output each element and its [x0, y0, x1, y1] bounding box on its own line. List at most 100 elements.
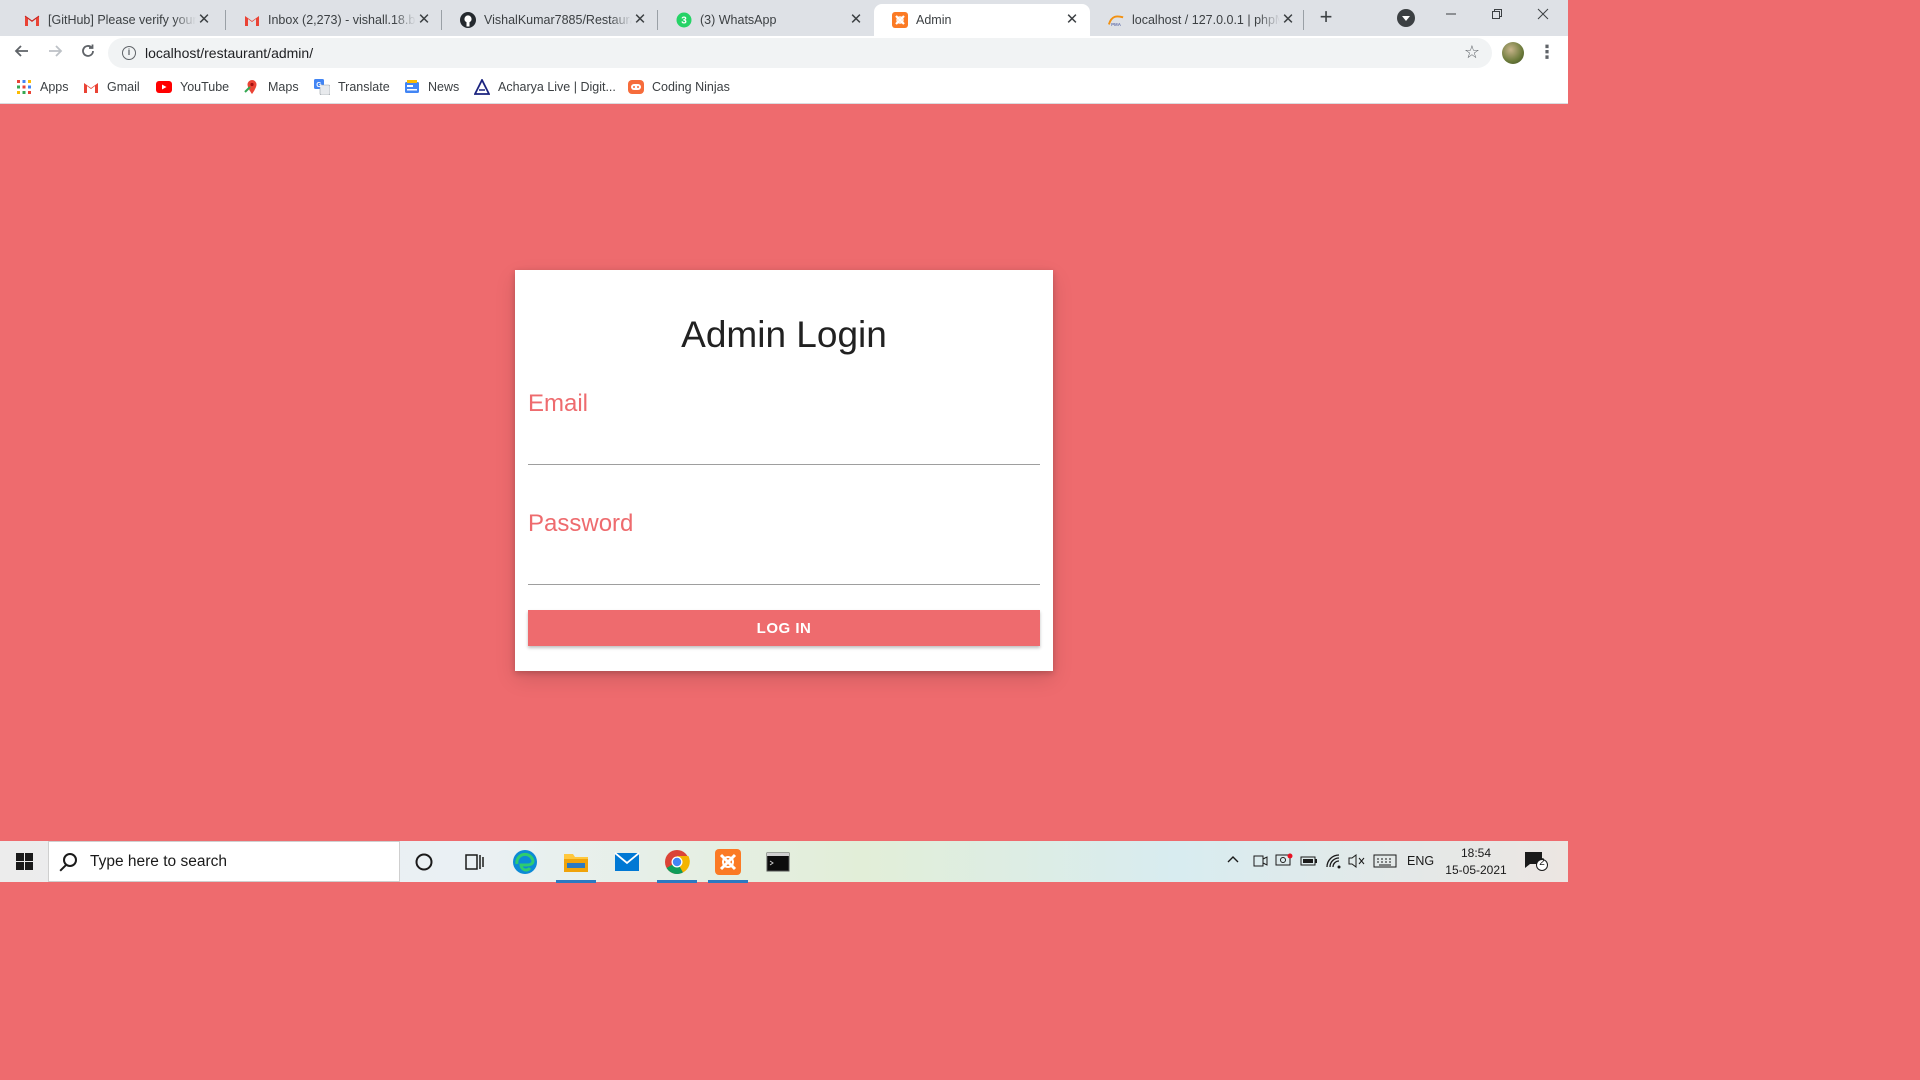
svg-text:G: G: [316, 82, 322, 89]
meet-now-icon[interactable]: [1252, 853, 1268, 872]
password-label: Password: [528, 510, 634, 537]
terminal-icon: [766, 852, 790, 872]
tab-admin[interactable]: Admin ✕: [874, 4, 1090, 36]
volume-muted-icon[interactable]: [1348, 853, 1366, 872]
reload-icon: [82, 44, 94, 57]
tab-search-button[interactable]: [1397, 9, 1415, 27]
taskbar-xampp[interactable]: [708, 845, 748, 883]
taskbar-mail[interactable]: [607, 845, 647, 879]
task-view-button[interactable]: [454, 845, 494, 879]
svg-text:3: 3: [681, 16, 687, 27]
page-title: Admin Login: [681, 314, 887, 355]
site-info-icon[interactable]: i: [122, 46, 136, 60]
bookmark-label: Maps: [268, 80, 299, 94]
bookmark-news[interactable]: News: [404, 77, 459, 97]
bookmark-label: Translate: [338, 80, 390, 94]
tab-github-verify[interactable]: [GitHub] Please verify your device ✕: [6, 4, 222, 36]
clock-time: 18:54: [1460, 846, 1492, 860]
notification-center-button[interactable]: 2: [1524, 851, 1548, 871]
gmail-icon: [24, 12, 40, 28]
keyboard-icon[interactable]: [1373, 853, 1397, 872]
tab-close-icon[interactable]: ✕: [632, 12, 648, 28]
windows-taskbar: Type here to search ENG 18:54 15-05-2021…: [0, 841, 1568, 883]
bookmark-maps[interactable]: Maps: [244, 77, 299, 97]
email-field[interactable]: [528, 433, 1040, 465]
tab-title: localhost / 127.0.0.1 | phpMyAdmin: [1132, 13, 1280, 27]
forward-arrow-icon: [49, 45, 63, 57]
input-language[interactable]: ENG: [1407, 854, 1434, 868]
show-hidden-icons-button[interactable]: [1226, 853, 1240, 870]
cortana-button[interactable]: [404, 845, 444, 879]
taskbar-terminal[interactable]: [758, 845, 798, 879]
tab-close-icon[interactable]: ✕: [416, 12, 432, 28]
close-icon: [1537, 8, 1549, 20]
login-button[interactable]: LOG IN: [528, 610, 1040, 646]
close-window-button[interactable]: [1520, 0, 1566, 32]
folder-icon: [564, 854, 588, 872]
display-sync-icon[interactable]: [1275, 853, 1293, 872]
taskbar-clock[interactable]: 18:54 15-05-2021: [1440, 845, 1512, 879]
tab-phpmyadmin[interactable]: PMA localhost / 127.0.0.1 | phpMyAdmin ✕: [1090, 4, 1306, 36]
battery-icon[interactable]: [1300, 853, 1318, 872]
task-view-icon: [465, 854, 484, 870]
browser-toolbar: i localhost/restaurant/admin/ ☆: [0, 36, 1568, 70]
wifi-icon[interactable]: [1325, 853, 1343, 872]
password-field[interactable]: [528, 553, 1040, 585]
youtube-icon: [156, 79, 172, 95]
tab-close-icon[interactable]: ✕: [196, 12, 212, 28]
new-tab-button[interactable]: +: [1314, 6, 1338, 30]
browser-tab-strip: [GitHub] Please verify your device ✕ Inb…: [0, 0, 1568, 36]
xampp-icon: [715, 849, 741, 875]
gmail-icon: [83, 79, 99, 95]
bookmark-apps[interactable]: Apps: [16, 77, 69, 97]
url-text[interactable]: localhost/restaurant/admin/: [145, 45, 313, 61]
github-icon: [460, 12, 476, 28]
edge-icon: [513, 850, 537, 874]
xampp-icon: [892, 12, 908, 28]
tab-close-icon[interactable]: ✕: [1280, 12, 1296, 28]
tab-close-icon[interactable]: ✕: [1064, 12, 1080, 28]
tab-title: (3) WhatsApp: [700, 13, 777, 27]
bookmark-gmail[interactable]: Gmail: [83, 77, 140, 97]
taskbar-edge[interactable]: [505, 845, 545, 879]
minimize-button[interactable]: [1428, 0, 1474, 32]
reload-button[interactable]: [75, 40, 101, 66]
chrome-icon: [665, 850, 690, 875]
bookmark-translate[interactable]: G Translate: [314, 77, 390, 97]
tab-whatsapp[interactable]: 3 (3) WhatsApp ✕: [658, 4, 874, 36]
tab-github-repo[interactable]: VishalKumar7885/Restaurant ✕: [442, 4, 658, 36]
start-button[interactable]: [0, 841, 48, 882]
bookmark-label: YouTube: [180, 80, 230, 94]
tab-title: Inbox (2,273) - vishall.18.beit: [268, 13, 416, 27]
profile-avatar[interactable]: [1502, 42, 1524, 64]
bookmark-star-icon[interactable]: ☆: [1464, 42, 1480, 63]
back-button[interactable]: [9, 40, 35, 66]
browser-menu-button[interactable]: ⋮: [1538, 40, 1556, 66]
tab-title: [GitHub] Please verify your device: [48, 13, 196, 27]
taskbar-search-box[interactable]: Type here to search: [48, 841, 400, 882]
taskbar-chrome[interactable]: [657, 845, 697, 883]
apps-grid-icon: [16, 79, 32, 95]
taskbar-file-explorer[interactable]: [556, 845, 596, 883]
news-icon: [404, 79, 420, 95]
notification-count-badge: 2: [1539, 857, 1545, 868]
bookmark-acharya[interactable]: Acharya Live | Digit...: [474, 77, 616, 97]
restore-button[interactable]: [1474, 0, 1520, 32]
forward-button[interactable]: [42, 40, 68, 66]
address-bar[interactable]: i localhost/restaurant/admin/ ☆: [108, 38, 1492, 68]
tab-separator: [1303, 10, 1304, 30]
tab-title: VishalKumar7885/Restaurant: [484, 13, 632, 27]
bookmark-youtube[interactable]: YouTube: [156, 77, 229, 97]
bookmark-label: News: [428, 80, 460, 94]
page-background: Admin Login Email Password LOG IN: [0, 105, 1568, 841]
search-placeholder: Type here to search: [90, 853, 227, 870]
bookmark-coding-ninjas[interactable]: Coding Ninjas: [628, 77, 730, 97]
bookmark-label: Apps: [40, 80, 69, 94]
tab-inbox[interactable]: Inbox (2,273) - vishall.18.beit ✕: [226, 4, 442, 36]
acharya-icon: [474, 79, 490, 95]
maps-icon: [244, 79, 260, 95]
login-card: Admin Login Email Password LOG IN: [515, 270, 1053, 671]
translate-icon: G: [314, 79, 330, 95]
whatsapp-icon: 3: [676, 12, 692, 28]
tab-close-icon[interactable]: ✕: [848, 12, 864, 28]
